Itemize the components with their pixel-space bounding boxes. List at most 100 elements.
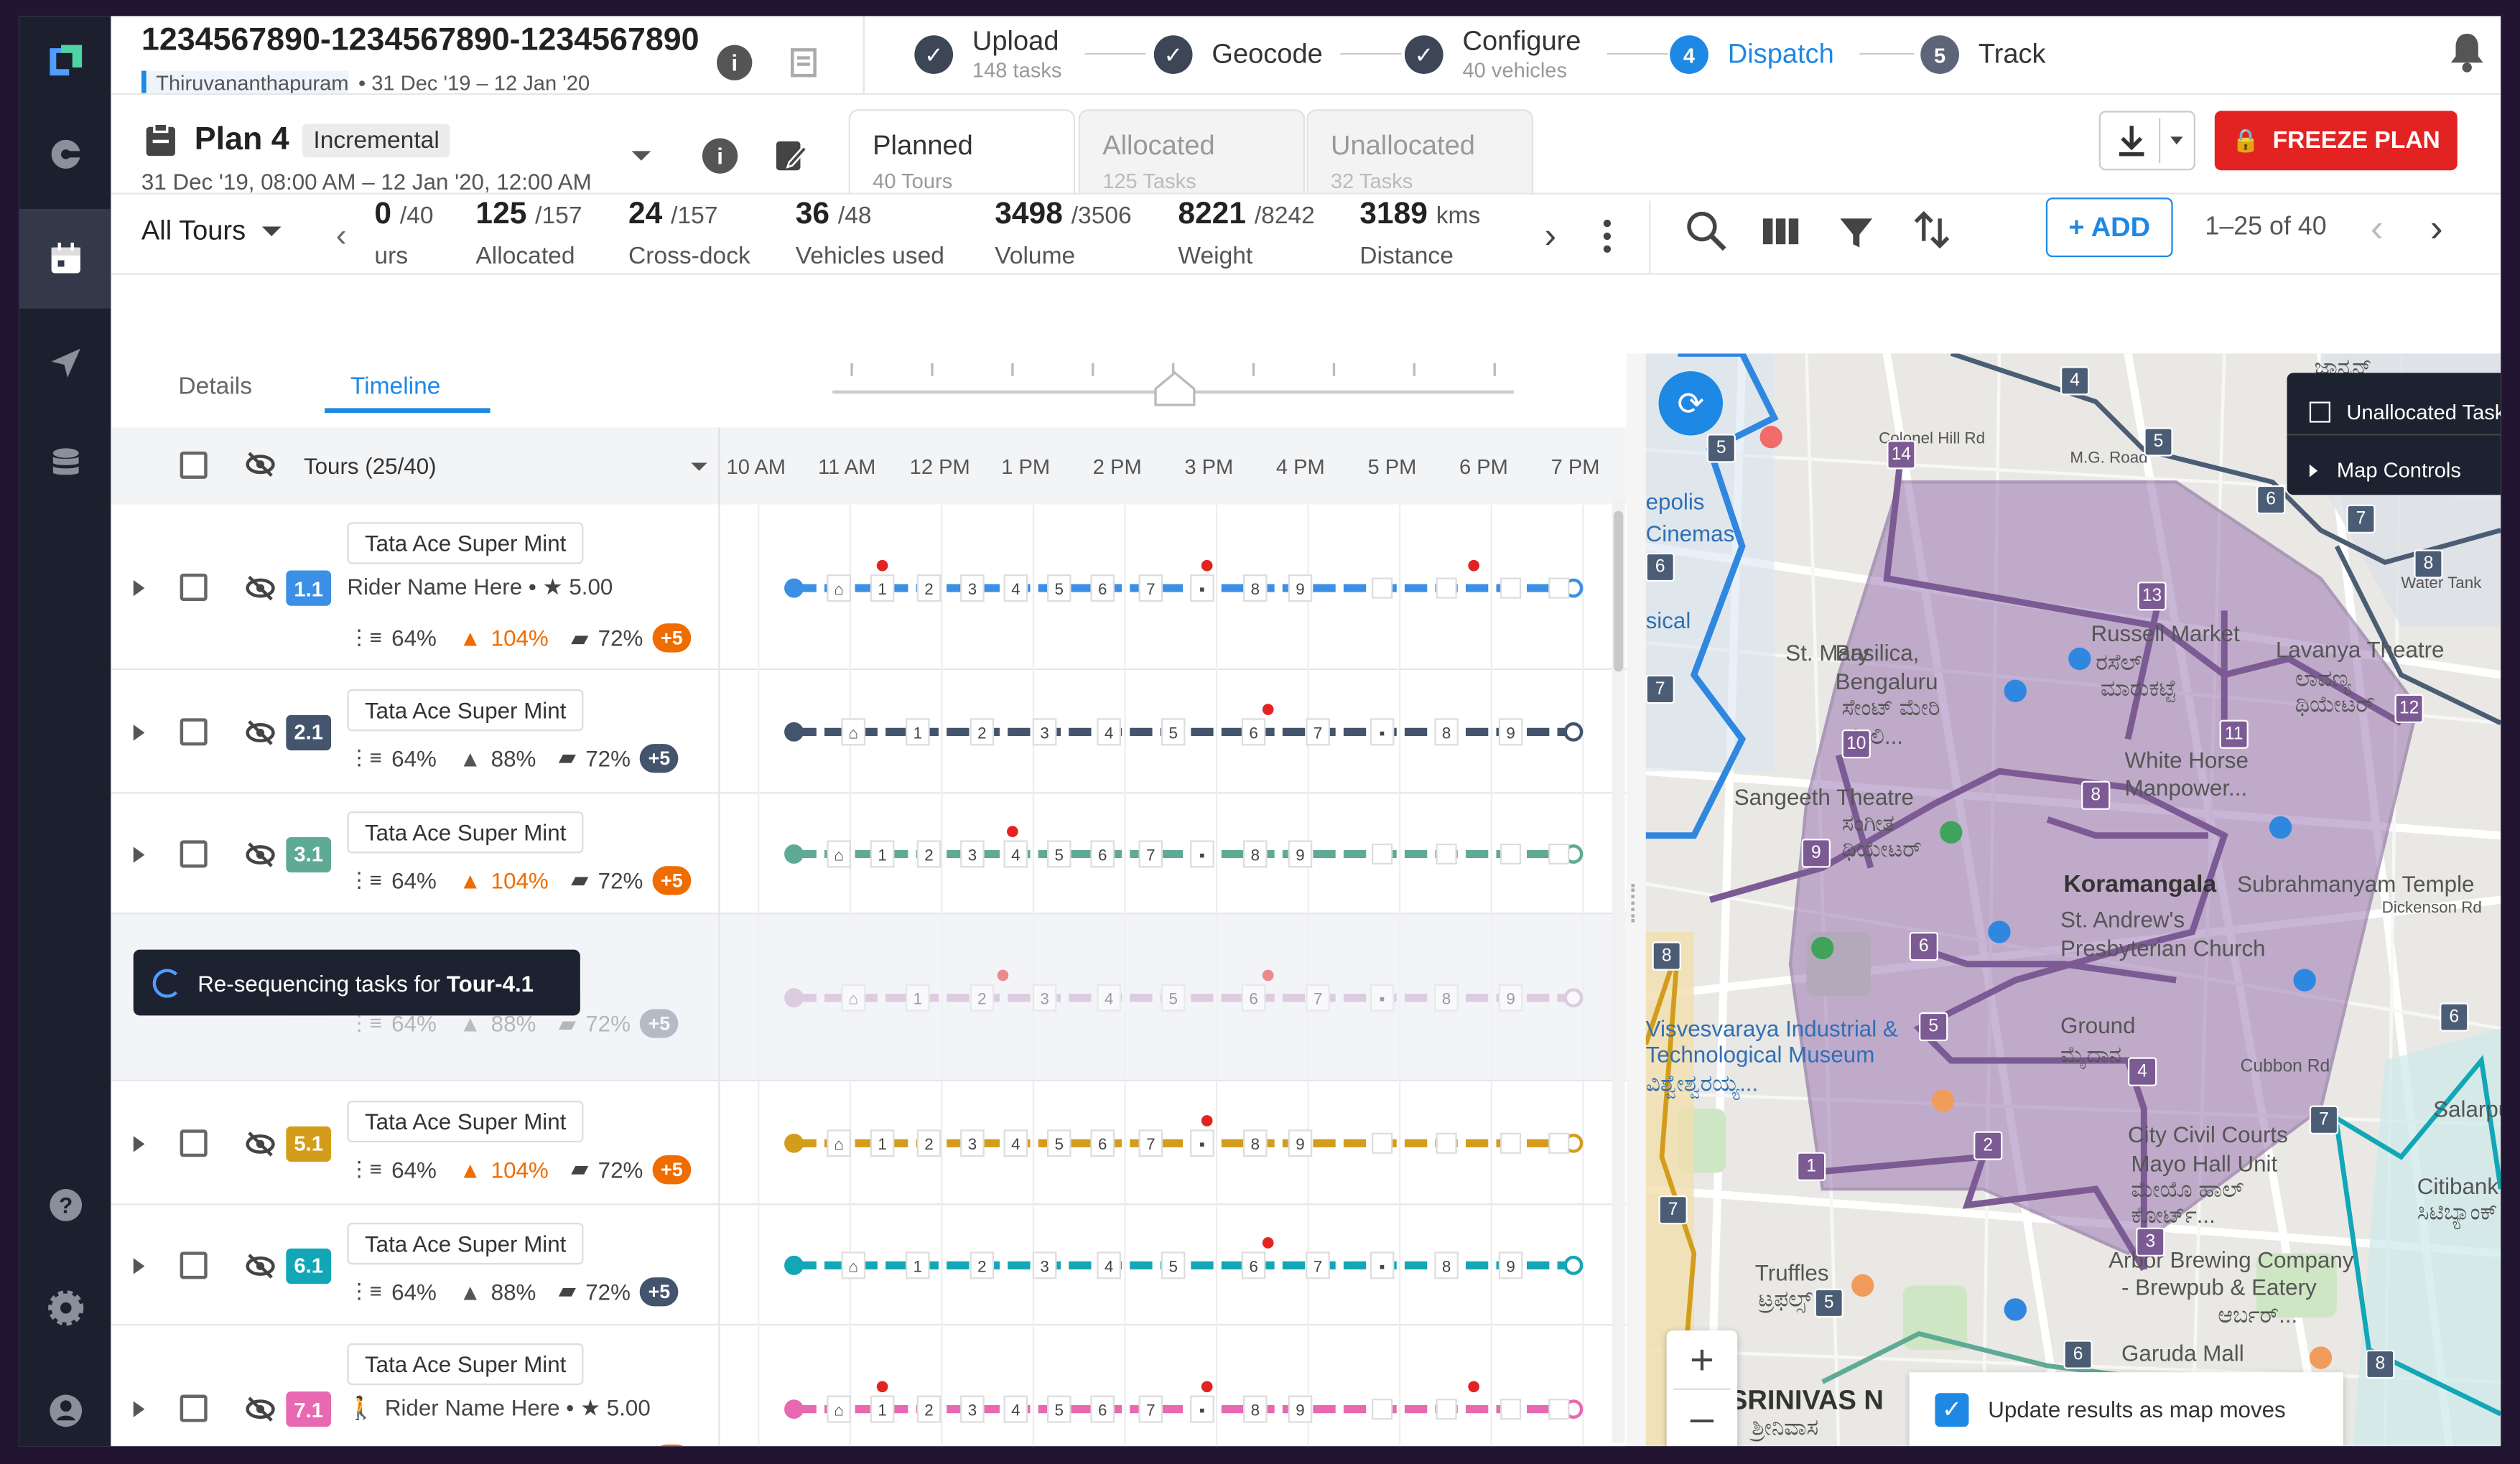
chevron-down-icon[interactable] [691, 462, 707, 471]
map-stop-marker[interactable]: 9 [1801, 839, 1831, 868]
info-icon[interactable]: i [717, 45, 753, 80]
step-upload[interactable]: ✓ Upload 148 tasks [914, 16, 1061, 93]
map-stop-marker[interactable]: 7 [2346, 504, 2376, 533]
tour-row[interactable]: 7.1 Tata Ace Super Mint 🚶 Rider Name Here •… [111, 1325, 1627, 1447]
filter-funnel-icon[interactable] [1838, 215, 1874, 251]
search-icon[interactable] [1684, 209, 1729, 254]
row-checkbox[interactable] [180, 839, 208, 867]
expand-row-icon[interactable] [133, 1401, 145, 1417]
checkbox-checked-icon[interactable]: ✓ [1935, 1392, 1969, 1427]
more-metrics-badge[interactable]: +5 [640, 743, 679, 773]
map-controls-toggle[interactable]: Map Controls [2309, 458, 2461, 482]
eye-hidden-icon[interactable] [244, 1251, 276, 1279]
sort-icon[interactable] [1912, 209, 1951, 251]
timeline-zoom-slider[interactable] [823, 357, 1530, 429]
eye-hidden-icon[interactable] [244, 1129, 276, 1157]
tour-row[interactable]: 2.1 Tata Ace Super Mint ⋮≡ 64% ▲ 88% ▰ 72% +… [111, 670, 1627, 794]
step-track[interactable]: 5 Track [1920, 16, 2046, 93]
map-stop-marker[interactable]: 12 [2394, 694, 2424, 724]
tour-row[interactable]: 6.1 Tata Ace Super Mint ⋮≡ 64% ▲ 88% ▰ 72% +… [111, 1205, 1627, 1326]
tour-timeline[interactable]: ⌂ 1 2 3 4 5 6 7 ▪ 8 9 [730, 504, 1606, 671]
stats-prev-icon[interactable]: ‹ [336, 218, 347, 255]
tour-row[interactable]: 3.1 Tata Ace Super Mint ⋮≡ 64% ▲ 104% ▰ 72% … [111, 793, 1627, 915]
tour-row[interactable]: 5.1 Tata Ace Super Mint ⋮≡ 64% ▲ 104% ▰ 72% … [111, 1081, 1627, 1206]
eye-hidden-icon[interactable] [244, 450, 276, 479]
row-checkbox[interactable] [180, 717, 208, 745]
plan-info-icon[interactable]: i [702, 138, 738, 174]
drag-handle-icon[interactable] [1631, 883, 1640, 923]
eye-hidden-icon[interactable] [244, 839, 276, 868]
eye-hidden-icon[interactable] [244, 717, 276, 746]
more-metrics-badge[interactable]: +5 [652, 1444, 691, 1447]
more-options-icon[interactable] [1601, 215, 1614, 257]
map-stop-marker[interactable]: 1 [1796, 1152, 1826, 1181]
tab-planned[interactable]: Planned 40 Tours [848, 109, 1076, 193]
tour-timeline[interactable]: ⌂ 1 2 3 4 5 6 7 ▪ 8 9 [730, 1325, 1606, 1447]
plan-dropdown-chevron-icon[interactable] [631, 151, 651, 161]
eye-hidden-icon[interactable] [244, 574, 276, 602]
zoom-out-button[interactable]: – [1667, 1389, 1737, 1447]
map-stop-marker[interactable]: 5 [2144, 427, 2173, 457]
download-button[interactable] [2098, 111, 2195, 171]
row-checkbox[interactable] [180, 1394, 208, 1422]
tab-unallocated[interactable]: Unallocated 32 Tasks [1306, 109, 1533, 193]
settings-gear-icon[interactable] [34, 1276, 96, 1338]
checkbox[interactable] [2309, 401, 2330, 423]
unallocated-tasks-toggle[interactable]: Unallocated Tasks [2309, 400, 2501, 424]
map-stop-marker[interactable]: 6 [2256, 485, 2286, 515]
next-page-icon[interactable]: › [2430, 208, 2443, 253]
app-logo-icon[interactable] [34, 29, 96, 91]
step-geocode[interactable]: ✓ Geocode [1153, 16, 1323, 93]
stats-next-icon[interactable]: › [1545, 215, 1556, 257]
list-scrollbar[interactable] [1612, 498, 1625, 1443]
tour-timeline[interactable]: ⌂ 1 2 3 4 5 6 7 ▪ 8 9 [730, 793, 1606, 915]
database-icon[interactable] [34, 432, 96, 495]
map-stop-marker[interactable]: 8 [1652, 941, 1681, 971]
map-splitter[interactable] [1626, 353, 1646, 1447]
tour-timeline[interactable]: ⌂ 1 2 3 4 5 6 7 ▪ 8 9 [730, 1081, 1606, 1206]
plans-calendar-icon[interactable] [19, 208, 111, 309]
map-stop-marker[interactable]: 11 [2219, 719, 2249, 749]
zoom-in-button[interactable]: + [1667, 1330, 1737, 1389]
expand-row-icon[interactable] [133, 1135, 145, 1152]
tour-timeline[interactable]: ⌂ 1 2 3 4 5 6 7 ▪ 8 9 [730, 1205, 1606, 1326]
expand-row-icon[interactable] [133, 1257, 145, 1274]
notifications-bell-icon[interactable] [2447, 29, 2486, 74]
map-stop-marker[interactable]: 13 [2137, 582, 2167, 611]
more-metrics-badge[interactable]: +5 [640, 1277, 679, 1306]
step-dispatch[interactable]: 4 Dispatch [1670, 16, 1834, 93]
row-checkbox[interactable] [180, 573, 208, 601]
add-button[interactable]: + ADD [2045, 197, 2173, 258]
map-stop-marker[interactable]: 4 [2127, 1057, 2157, 1086]
row-checkbox[interactable] [180, 1129, 208, 1157]
help-icon[interactable]: ? [34, 1173, 96, 1236]
map-stop-marker[interactable]: 6 [2440, 1002, 2469, 1032]
more-metrics-badge[interactable]: +5 [640, 1009, 679, 1038]
scrollbar-thumb[interactable] [1613, 510, 1624, 672]
map-stop-marker[interactable]: 6 [1909, 931, 1938, 961]
more-metrics-badge[interactable]: +5 [652, 865, 691, 895]
map-stop-marker[interactable]: 5 [1814, 1288, 1843, 1318]
tab-timeline[interactable]: Timeline [350, 373, 441, 400]
route-map[interactable]: Colonel Hill Rd epolis Cinemas sical St. Mar… [1645, 353, 2501, 1447]
map-stop-marker[interactable]: 8 [2414, 549, 2443, 579]
map-stop-marker[interactable]: 4 [2060, 366, 2090, 396]
map-stop-marker[interactable]: 8 [2081, 780, 2111, 810]
map-stop-marker[interactable]: 7 [1645, 674, 1675, 704]
expand-row-icon[interactable] [133, 579, 145, 597]
recenter-icon[interactable]: ⟳ [1658, 370, 1724, 436]
row-checkbox[interactable] [180, 1251, 208, 1279]
freeze-plan-button[interactable]: 🔒 FREEZE PLAN [2214, 111, 2458, 171]
tour-timeline[interactable]: ⌂ 1 2 3 4 5 6 7 ▪ 8 9 [730, 670, 1606, 794]
eye-hidden-icon[interactable] [244, 1394, 276, 1423]
map-stop-marker[interactable]: 6 [1645, 552, 1675, 582]
notes-icon[interactable] [788, 45, 823, 80]
more-metrics-badge[interactable]: +5 [652, 623, 691, 653]
more-metrics-badge[interactable]: +5 [652, 1154, 691, 1184]
tour-row[interactable]: 1.1 Tata Ace Super Mint Rider Name Here • … [111, 504, 1627, 671]
tab-details[interactable]: Details [178, 373, 252, 400]
map-stop-marker[interactable]: 7 [1658, 1195, 1688, 1225]
map-stop-marker[interactable]: 5 [1706, 434, 1736, 463]
update-on-move-toggle[interactable]: ✓ Update results as map moves [1909, 1372, 2343, 1447]
map-stop-marker[interactable]: 3 [2136, 1227, 2165, 1257]
